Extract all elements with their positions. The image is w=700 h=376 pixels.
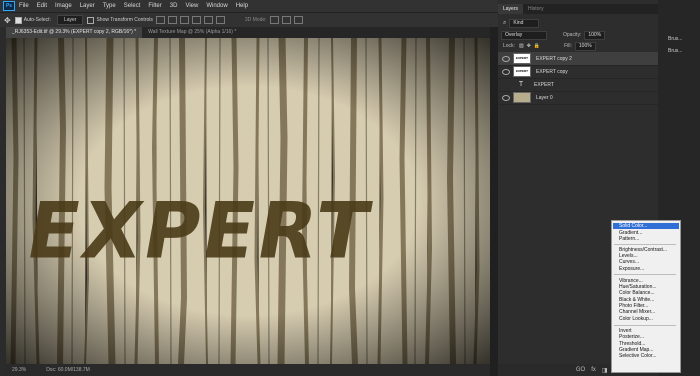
fill-label: Fill: [564,43,572,49]
type-layer-icon: T [518,81,524,88]
lock-all-icon[interactable]: 🔒 [534,43,540,49]
align-middle-icon[interactable] [203,16,213,24]
menu-item-curves[interactable]: Curves... [613,259,679,265]
opacity-field[interactable]: 100% [584,30,606,40]
menu-item-exposure[interactable]: Exposure... [613,266,679,272]
blend-mode-dropdown[interactable]: Overlay [501,30,547,40]
menu-separator [614,244,676,245]
panel-divider [490,27,498,376]
tab-layers[interactable]: Layers [498,4,524,14]
align-left-icon[interactable] [155,16,165,24]
auto-select-checkbox[interactable] [14,16,22,24]
brush-settings-panel-button[interactable]: Brus... [668,48,682,54]
tab-document-main[interactable]: _RJ6353-Edit.tif @ 29.3% (EXPERT copy 2,… [6,27,143,38]
lock-pixels-icon[interactable]: ▨ [519,43,524,49]
layer-name: Layer 0 [536,94,553,101]
menu-item-color-balance[interactable]: Color Balance... [613,290,679,296]
layer-row[interactable]: EXPERT EXPERT copy [498,65,658,79]
menu-item-selective-color[interactable]: Selective Color... [613,353,679,359]
photoshop-logo-icon: Ps [3,1,15,11]
menu-layer[interactable]: Layer [80,3,95,9]
menu-item-pattern[interactable]: Pattern... [613,236,679,242]
auto-select-target-dropdown[interactable]: Layer [56,15,84,25]
transform-controls-checkbox[interactable] [87,16,95,24]
layer-name: EXPERT [534,81,554,88]
doc-size: Doc: 60.0M/138.7M [46,367,90,373]
adjustment-layer-menu: Solid Color... Gradient... Pattern... Br… [611,220,681,373]
align-right-icon[interactable] [179,16,189,24]
menu-select[interactable]: Select [124,3,141,9]
menu-separator [614,274,676,275]
layer-mask-icon[interactable]: ◨ [602,367,608,374]
opacity-label: Opacity: [563,32,582,38]
lock-move-icon[interactable]: ✥ [527,43,531,49]
align-center-icon[interactable] [167,16,177,24]
layer-row[interactable]: EXPERT EXPERT copy 2 [498,52,658,66]
layer-name: EXPERT copy 2 [536,55,572,62]
menu-item-color-lookup[interactable]: Color Lookup... [613,316,679,322]
auto-select-label: Auto-Select: [23,17,51,23]
align-top-icon[interactable] [191,16,201,24]
document-tabs: _RJ6353-Edit.tif @ 29.3% (EXPERT copy 2,… [6,27,490,38]
visibility-eye-icon[interactable] [502,94,510,101]
visibility-eye-icon[interactable] [502,68,510,75]
layer-row[interactable]: T EXPERT [498,78,658,92]
move-tool-icon[interactable]: ✥ [4,16,11,25]
zoom-level[interactable]: 29.3% [12,367,26,373]
transform-controls-label: Show Transform Controls [96,17,153,23]
menu-filter[interactable]: Filter [148,3,161,9]
link-layers-icon[interactable]: GO [576,367,585,373]
expert-text-layer: EXPERT [19,185,380,276]
panel-tabs: Layers History [498,4,658,14]
menu-window[interactable]: Window [206,3,227,9]
lock-row: Lock: ▨ ✥ 🔒 Fill: 100% [498,41,658,51]
lock-label: Lock: [503,43,515,49]
layer-row[interactable]: Layer 0 [498,91,658,105]
tab-history[interactable]: History [523,4,549,14]
status-bar: 29.3% Doc: 60.0M/138.7M [6,364,490,376]
3d-mode-label: 3D Mode: [244,17,267,23]
layer-name: EXPERT copy [536,68,568,75]
menu-item-posterize[interactable]: Posterize... [613,334,679,340]
fill-field[interactable]: 100% [574,41,596,51]
menu-separator [614,325,676,326]
menu-item-solid-color[interactable]: Solid Color... [613,223,679,229]
layer-thumbnail: EXPERT [513,66,531,77]
menu-help[interactable]: Help [236,3,248,9]
menu-3d[interactable]: 3D [170,3,178,9]
visibility-eye-icon[interactable] [502,55,510,62]
menu-image[interactable]: Image [55,3,72,9]
3d-orbit-icon[interactable] [269,16,279,24]
menu-file[interactable]: File [19,3,29,9]
brushes-panel-button[interactable]: Brus... [668,36,682,42]
kind-filter-dropdown[interactable]: Kind [509,18,540,28]
document-canvas[interactable]: EXPERT [6,38,490,364]
layer-thumbnail: EXPERT [513,53,531,64]
layer-thumbnail [513,92,531,103]
align-bottom-icon[interactable] [215,16,225,24]
hidden-visibility-icon[interactable] [502,82,510,88]
tab-wall-texture[interactable]: Wall Texture Map @ 25% (Alpha 1/16) * [142,27,242,38]
3d-pan-icon[interactable] [293,16,303,24]
3d-roll-icon[interactable] [281,16,291,24]
layer-style-icon[interactable]: fx [591,367,596,373]
blend-row: Overlay Opacity: 100% [498,30,658,40]
menu-item-channel-mixer[interactable]: Channel Mixer... [613,309,679,315]
menu-view[interactable]: View [185,3,198,9]
menu-type[interactable]: Type [103,3,116,9]
menu-edit[interactable]: Edit [37,3,47,9]
filter-row: ⌕ Kind [498,18,658,28]
search-icon: ⌕ [503,19,507,26]
